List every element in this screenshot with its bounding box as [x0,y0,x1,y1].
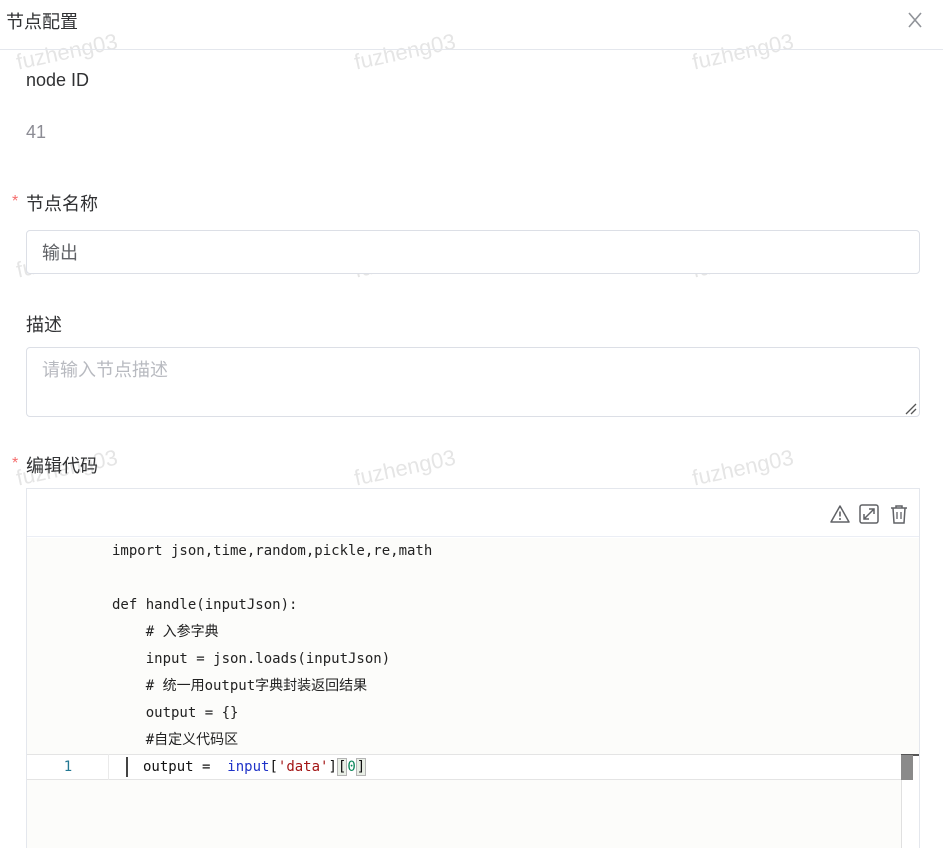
code-line: # 统一用output字典封装返回结果 [112,678,368,694]
code-line: # 入参字典 [112,624,219,640]
editable-code-line[interactable]: output = input['data'][0] [143,754,367,780]
code-token-bracket: [ [269,759,278,775]
code-editor-label: 编辑代码 [26,456,98,476]
code-token-bracket: ] [328,759,337,775]
watermark: fuzheng03 [352,444,458,491]
close-icon[interactable] [904,9,926,31]
matched-bracket: [ [336,758,348,776]
watermark: fuzheng03 [690,444,796,491]
code-token-string: 'data' [277,759,329,775]
code-token-operator: = [193,759,228,775]
code-line: import json,time,random,pickle,re,math [112,543,433,559]
required-mark: * [12,193,19,210]
code-line: def handle(inputJson): [112,597,298,613]
text-cursor [126,757,128,777]
code-line: input = json.loads(inputJson) [112,651,391,667]
dialog-header: 节点配置 [0,0,943,50]
code-token-number: 0 [347,759,356,775]
node-name-label: 节点名称 [26,194,98,214]
description-textarea[interactable] [26,347,920,417]
delete-icon[interactable] [888,503,910,525]
matched-bracket: ] [355,758,367,776]
code-token-builtin: input [227,759,270,775]
node-id-label: node ID [26,70,90,90]
node-id-value: 41 [26,122,47,142]
code-line: #自定义代码区 [112,732,239,748]
fullscreen-icon[interactable] [858,503,880,525]
code-editor[interactable]: import json,time,random,pickle,re,math d… [26,488,920,848]
scrollbar-thumb[interactable] [901,755,913,780]
warning-icon[interactable] [829,503,851,525]
required-mark: * [12,455,19,472]
editor-toolbar [27,489,919,537]
node-name-input[interactable] [26,230,920,274]
description-label: 描述 [26,315,62,335]
code-line: output = {} [112,705,239,721]
dialog-title: 节点配置 [6,12,78,32]
code-token-variable: output [143,759,194,775]
code-area[interactable]: import json,time,random,pickle,re,math d… [27,538,919,848]
resize-handle-icon[interactable] [903,401,917,415]
line-number: 1 [63,759,73,775]
